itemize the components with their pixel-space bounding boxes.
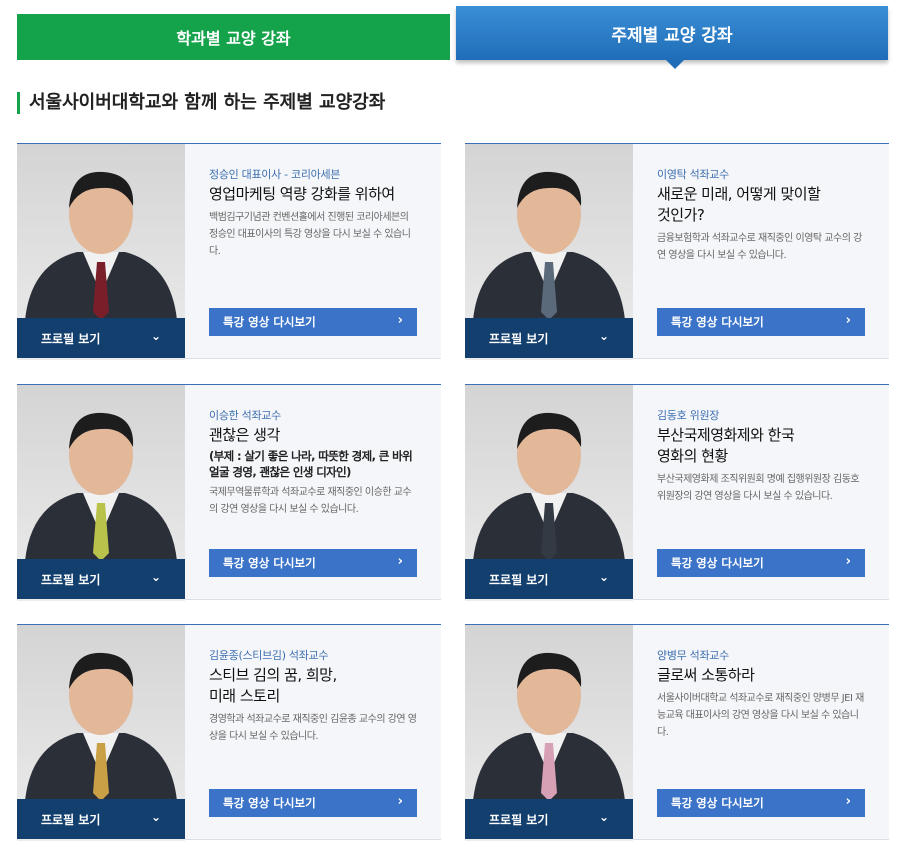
lecture-description: 국제무역물류학과 석좌교수로 재직중인 이승한 교수의 강연 영상을 다시 보실… [209,487,412,515]
speaker-name: 이승한 석좌교수 [209,409,281,422]
lecture-description: 서울사이버대학교 석좌교수로 재직중인 양병무 JEI 재능교육 대표이사의 강… [657,693,864,738]
replay-video-button[interactable]: 특강 영상 다시보기 › [209,308,417,336]
lecture-info: 김동호 위원장 부산국제영화제와 한국영화의 현황 부산국제영화제 조직위원회 … [657,385,873,601]
profile-button[interactable]: 프로필 보기 ⌄ [17,559,185,599]
profile-button[interactable]: 프로필 보기 ⌄ [465,559,633,599]
lecture-subtitle: (부제 : 살기 좋은 나라, 따뜻한 경제, 큰 바위 얼굴 경영, 괜찮은 … [209,449,413,479]
lecture-title-block: 글로써 소통하라 서울사이버대학교 석좌교수로 재직중인 양병무 JEI 재능교… [657,665,867,741]
lecture-title-block: 새로운 미래, 어떻게 맞이할 것인가? 금융보험학과 석좌교수로 재직중인 이… [657,184,862,264]
lecture-card: 프로필 보기 ⌄ 김윤종(스티브김) 석좌교수 스티브 김의 꿈, 희망, 미래… [17,624,441,841]
lecture-card: 프로필 보기 ⌄ 이승한 석좌교수 괜찮은 생각 (부제 : 살기 좋은 나라,… [17,384,441,601]
lecture-title: 영업마케팅 역량 강화를 위하여 [209,185,395,203]
lecture-info: 양병무 석좌교수 글로써 소통하라 서울사이버대학교 석좌교수로 재직중인 양병… [657,625,873,841]
chevron-right-icon: › [845,554,851,569]
tab-topic-lectures[interactable]: 주제별 교양 강좌 [456,6,888,69]
lecture-card: 프로필 보기 ⌄ 양병무 석좌교수 글로써 소통하라 서울사이버대학교 석좌교수… [465,624,889,841]
lecture-title: 새로운 미래, 어떻게 맞이할 것인가? [657,185,821,224]
speaker-name: 양병무 석좌교수 [657,649,729,662]
replay-button-label: 특강 영상 다시보기 [671,315,764,329]
portrait-illustration [25,652,177,801]
profile-button[interactable]: 프로필 보기 ⌄ [465,799,633,839]
lecture-info: 정승인 대표이사 - 코리아세븐 영업마케팅 역량 강화를 위하여 백범김구기념… [209,144,425,360]
replay-video-button[interactable]: 특강 영상 다시보기 › [209,789,417,817]
tab-bar: 학과별 교양 강좌 주제별 교양 강좌 [0,0,908,70]
replay-video-button[interactable]: 특강 영상 다시보기 › [657,549,865,577]
profile-button-label: 프로필 보기 [41,331,101,346]
lecture-title-block: 스티브 김의 꿈, 희망, 미래 스토리 경영학과 석좌교수로 재직중인 김윤종… [209,665,417,745]
replay-video-button[interactable]: 특강 영상 다시보기 › [657,789,865,817]
lecture-info: 이영탁 석좌교수 새로운 미래, 어떻게 맞이할 것인가? 금융보험학과 석좌교… [657,144,873,360]
page-title: 서울사이버대학교와 함께 하는 주제별 교양강좌 [17,92,385,114]
lecture-card: 프로필 보기 ⌄ 김동호 위원장 부산국제영화제와 한국영화의 현황 부산국제영… [465,384,889,601]
lecture-description: 경영학과 석좌교수로 재직중인 김윤종 교수의 강연 영상을 다시 보실 수 있… [209,714,417,742]
lecture-title: 스티브 김의 꿈, 희망, 미래 스토리 [209,666,337,705]
lecture-card: 프로필 보기 ⌄ 정승인 대표이사 - 코리아세븐 영업마케팅 역량 강화를 위… [17,143,441,360]
chevron-down-icon: ⌄ [150,570,161,584]
profile-button-label: 프로필 보기 [489,812,549,827]
chevron-right-icon: › [845,313,851,328]
lecture-title-block: 괜찮은 생각 (부제 : 살기 좋은 나라, 따뜻한 경제, 큰 바위 얼굴 경… [209,425,419,518]
chevron-right-icon: › [397,794,403,809]
replay-button-label: 특강 영상 다시보기 [223,796,316,810]
profile-button[interactable]: 프로필 보기 ⌄ [17,318,185,358]
lecture-title: 글로써 소통하라 [657,666,755,684]
speaker-name: 김동호 위원장 [657,409,720,422]
portrait-illustration [473,171,625,320]
lecture-info: 이승한 석좌교수 괜찮은 생각 (부제 : 살기 좋은 나라, 따뜻한 경제, … [209,385,425,601]
profile-button-label: 프로필 보기 [41,812,101,827]
chevron-down-icon: ⌄ [150,810,161,824]
profile-button-label: 프로필 보기 [489,572,549,587]
portrait-illustration [473,412,625,561]
replay-button-label: 특강 영상 다시보기 [671,556,764,570]
replay-button-label: 특강 영상 다시보기 [671,796,764,810]
lecture-description: 금융보험학과 석좌교수로 재직중인 이영탁 교수의 강연 영상을 다시 보실 수… [657,233,862,261]
portrait-illustration [25,171,177,320]
replay-button-label: 특강 영상 다시보기 [223,556,316,570]
chevron-down-icon: ⌄ [598,329,609,343]
portrait-illustration [25,412,177,561]
chevron-down-icon: ⌄ [150,329,161,343]
chevron-right-icon: › [845,794,851,809]
lecture-title-block: 영업마케팅 역량 강화를 위하여 백범김구기념관 컨벤션홀에서 진행된 코리아세… [209,184,419,260]
lecture-title: 괜찮은 생각 [209,426,280,444]
lecture-title-block: 부산국제영화제와 한국영화의 현황 부산국제영화제 조직위원회 명예 집행위원장… [657,425,860,505]
portrait-illustration [473,652,625,801]
chevron-right-icon: › [397,554,403,569]
lecture-title: 부산국제영화제와 한국영화의 현황 [657,426,795,465]
lecture-description: 백범김구기념관 컨벤션홀에서 진행된 코리아세븐의 정승인 대표이사의 특강 영… [209,212,411,257]
profile-button[interactable]: 프로필 보기 ⌄ [17,799,185,839]
speaker-name: 이영탁 석좌교수 [657,168,729,181]
replay-button-label: 특강 영상 다시보기 [223,315,316,329]
speaker-name: 김윤종(스티브김) 석좌교수 [209,649,329,662]
lecture-info: 김윤종(스티브김) 석좌교수 스티브 김의 꿈, 희망, 미래 스토리 경영학과… [209,625,425,841]
profile-button-label: 프로필 보기 [489,331,549,346]
profile-button[interactable]: 프로필 보기 ⌄ [465,318,633,358]
replay-video-button[interactable]: 특강 영상 다시보기 › [209,549,417,577]
chevron-down-icon: ⌄ [598,810,609,824]
lecture-description: 부산국제영화제 조직위원회 명예 집행위원장 김동호 위원장의 강연 영상을 다… [657,474,860,502]
tab-department-lectures[interactable]: 학과별 교양 강좌 [17,14,450,60]
profile-button-label: 프로필 보기 [41,572,101,587]
chevron-down-icon: ⌄ [598,570,609,584]
replay-video-button[interactable]: 특강 영상 다시보기 › [657,308,865,336]
lecture-card: 프로필 보기 ⌄ 이영탁 석좌교수 새로운 미래, 어떻게 맞이할 것인가? 금… [465,143,889,360]
chevron-right-icon: › [397,313,403,328]
speaker-name: 정승인 대표이사 - 코리아세븐 [209,168,341,181]
